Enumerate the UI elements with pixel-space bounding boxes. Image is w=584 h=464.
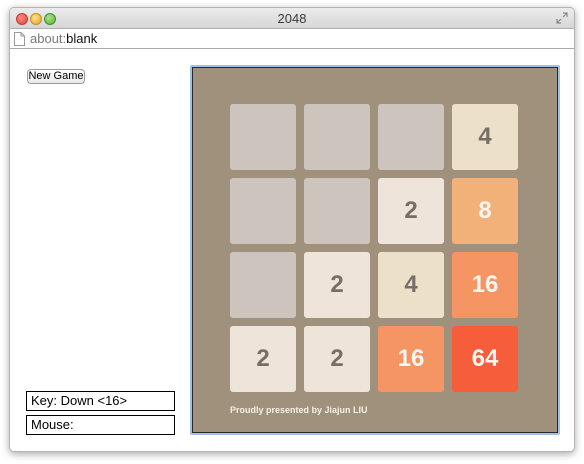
tile-2: 2 (304, 252, 370, 318)
tile-2: 2 (378, 178, 444, 244)
fullscreen-icon[interactable] (556, 12, 568, 24)
empty-cell (378, 104, 444, 170)
game-board[interactable]: Proudly presented by Jiajun LIU 4 2 8 2 4 16 2… (192, 67, 558, 433)
page-content: New Game Proudly presented by Jiajun LIU… (10, 50, 574, 451)
empty-cell (230, 178, 296, 244)
key-status: Key: Down <16> (26, 391, 175, 411)
window-title: 2048 (277, 11, 307, 26)
page-icon (14, 32, 25, 46)
credit-text: Proudly presented by Jiajun LIU (230, 405, 368, 415)
tile-64: 64 (452, 326, 518, 392)
mouse-status: Mouse: (26, 415, 175, 435)
tile-16: 16 (452, 252, 518, 318)
tile-8: 8 (452, 178, 518, 244)
title-bar: 2048 (10, 8, 574, 29)
tile-16: 16 (378, 326, 444, 392)
empty-cell (304, 104, 370, 170)
tile-4: 4 (452, 104, 518, 170)
new-game-button[interactable]: New Game (27, 69, 85, 84)
url-text[interactable]: about:blank (30, 31, 97, 46)
url-scheme: about: (30, 31, 67, 46)
empty-cell (230, 252, 296, 318)
browser-window: 2048 about:blank New Game Proudly presen… (9, 7, 575, 452)
game-canvas-frame[interactable]: Proudly presented by Jiajun LIU 4 2 8 2 4 16 2… (190, 65, 560, 435)
tile-2: 2 (230, 326, 296, 392)
empty-cell (230, 104, 296, 170)
address-bar[interactable]: about:blank (10, 29, 574, 49)
tile-4: 4 (378, 252, 444, 318)
url-host: blank (66, 31, 98, 46)
tile-2: 2 (304, 326, 370, 392)
empty-cell (304, 178, 370, 244)
